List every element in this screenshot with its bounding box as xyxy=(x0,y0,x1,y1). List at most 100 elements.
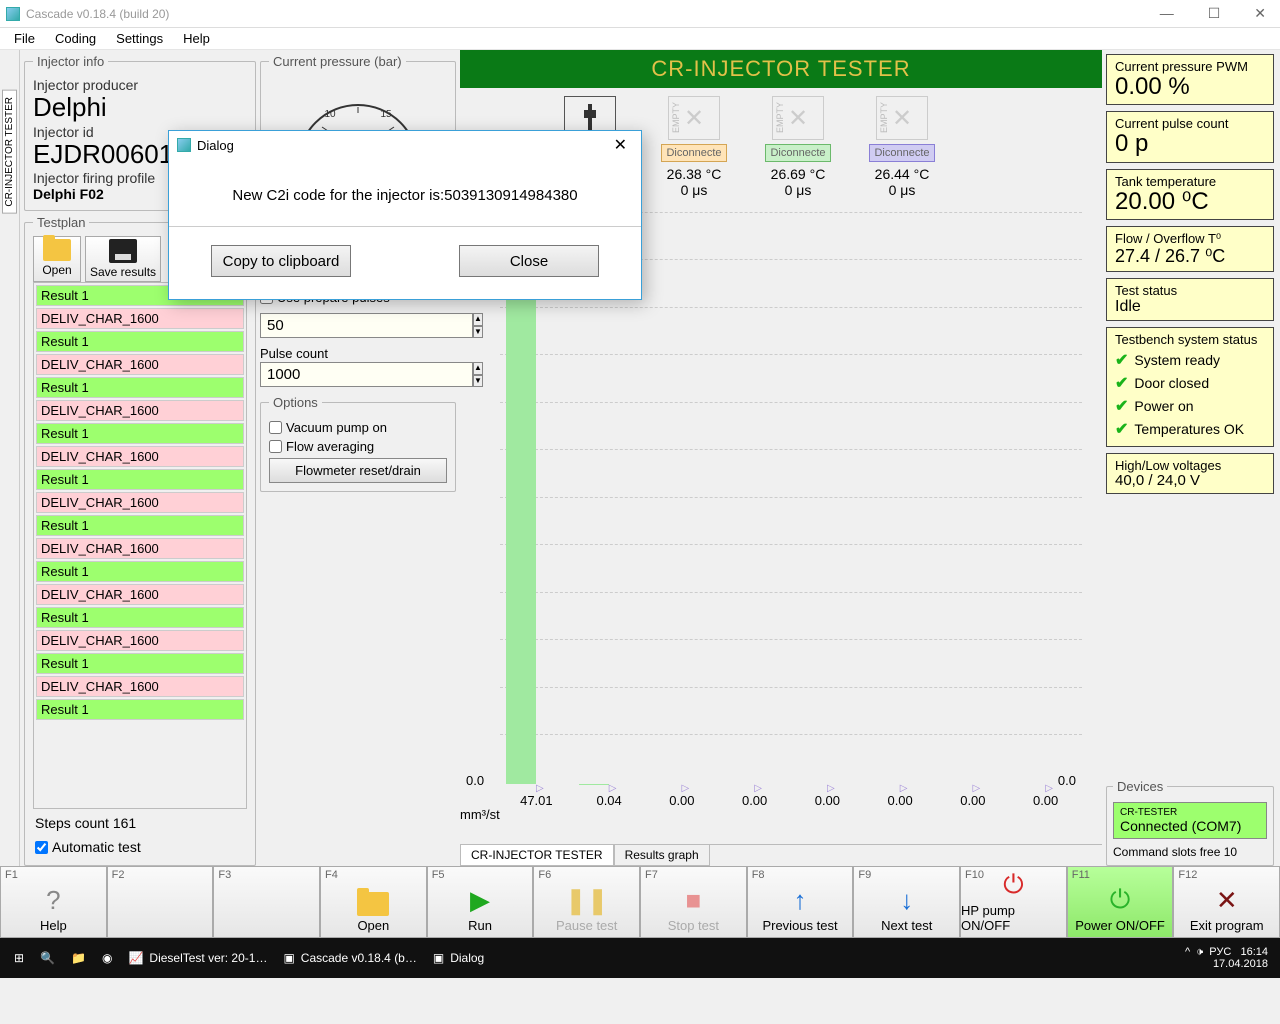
chrome-icon[interactable]: ◉ xyxy=(94,938,120,978)
taskbar-app-3[interactable]: ▣ Dialog xyxy=(425,938,492,978)
automatic-test-checkbox[interactable] xyxy=(35,841,48,854)
fkey-f2[interactable]: F2 xyxy=(107,867,214,938)
maximize-button[interactable]: ☐ xyxy=(1200,3,1229,24)
side-tab-label[interactable]: CR-INJECTOR TESTER xyxy=(2,90,17,214)
menu-file[interactable]: File xyxy=(4,29,45,48)
disk-icon xyxy=(109,239,137,263)
result-item[interactable]: Result 1 xyxy=(36,469,244,490)
svg-text:10: 10 xyxy=(324,109,336,120)
injector-slot: EMPTY✕Diconnecte26.69 °C0 μs xyxy=(758,96,838,198)
fkey-f7[interactable]: F7■Stop test xyxy=(640,867,747,938)
system-status-box: Testbench system status ✔System ready✔Do… xyxy=(1106,327,1274,447)
injector-info-legend: Injector info xyxy=(33,54,108,69)
testplan-legend: Testplan xyxy=(33,215,89,230)
fkey-f4[interactable]: F4Open xyxy=(320,867,427,938)
result-item[interactable]: Result 1 xyxy=(36,377,244,398)
menu-coding[interactable]: Coding xyxy=(45,29,106,48)
result-item[interactable]: DELIV_CHAR_1600 xyxy=(36,400,244,421)
injector-slot: EMPTY✕Diconnecte26.44 °C0 μs xyxy=(862,96,942,198)
disconnect-button[interactable]: Diconnecte xyxy=(869,144,934,162)
result-item[interactable]: Result 1 xyxy=(36,653,244,674)
dialog-message: New C2i code for the injector is:5039130… xyxy=(169,159,641,227)
devices-panel: Devices CR-TESTER Connected (COM7) Comma… xyxy=(1106,779,1274,866)
y-zero-left: 0.0 xyxy=(466,773,484,788)
tab-cr-tester[interactable]: CR-INJECTOR TESTER xyxy=(460,845,614,866)
device-card[interactable]: CR-TESTER Connected (COM7) xyxy=(1113,802,1267,839)
pulse-count-input[interactable] xyxy=(260,362,473,387)
result-item[interactable]: DELIV_CHAR_1600 xyxy=(36,584,244,605)
fkey-f9[interactable]: F9↓Next test xyxy=(853,867,960,938)
menubar: File Coding Settings Help xyxy=(0,28,1280,50)
side-tab: CR-INJECTOR TESTER xyxy=(0,50,20,866)
result-item[interactable]: Result 1 xyxy=(36,561,244,582)
function-key-row: F1?HelpF2F3F4OpenF5▶RunF6❚❚Pause testF7■… xyxy=(0,866,1280,938)
folder-icon xyxy=(43,239,71,261)
fkey-f12[interactable]: F12✕Exit program xyxy=(1173,867,1280,938)
flow-temp-box: Flow / Overflow T⁰ 27.4 / 26.7 ⁰C xyxy=(1106,226,1274,272)
fkey-f1[interactable]: F1?Help xyxy=(0,867,107,938)
result-item[interactable]: Result 1 xyxy=(36,607,244,628)
dialog-close-icon[interactable]: ✕ xyxy=(608,135,633,155)
fkey-f3[interactable]: F3 xyxy=(213,867,320,938)
disconnect-button[interactable]: Diconnecte xyxy=(661,144,726,162)
test-status-box: Test status Idle xyxy=(1106,278,1274,321)
result-item[interactable]: Result 1 xyxy=(36,515,244,536)
result-item[interactable]: Result 1 xyxy=(36,699,244,720)
open-button[interactable]: Open xyxy=(33,236,81,282)
steps-count: Steps count 161 xyxy=(33,809,247,837)
fkey-f10[interactable]: F10⏻HP pump ON/OFF xyxy=(960,867,1067,938)
fkey-f5[interactable]: F5▶Run xyxy=(427,867,534,938)
disconnect-button[interactable]: Diconnecte xyxy=(765,144,830,162)
prepare-pulses-input[interactable] xyxy=(260,313,473,338)
menu-help[interactable]: Help xyxy=(173,29,220,48)
result-item[interactable]: DELIV_CHAR_1600 xyxy=(36,538,244,559)
result-item[interactable]: DELIV_CHAR_1600 xyxy=(36,446,244,467)
result-item[interactable]: DELIV_CHAR_1600 xyxy=(36,630,244,651)
producer-value: Delphi xyxy=(33,93,247,122)
flowmeter-reset-button[interactable]: Flowmeter reset/drain xyxy=(269,458,447,483)
close-dialog-button[interactable]: Close xyxy=(459,245,599,277)
taskbar-app-1[interactable]: 📈 DieselTest ver: 20-1… xyxy=(120,938,275,978)
y-zero-right: 0.0 xyxy=(1058,773,1076,788)
menu-settings[interactable]: Settings xyxy=(106,29,173,48)
dialog: Dialog ✕ New C2i code for the injector i… xyxy=(168,130,642,300)
minimize-button[interactable]: — xyxy=(1152,3,1182,24)
result-item[interactable]: DELIV_CHAR_1600 xyxy=(36,354,244,375)
flow-averaging-checkbox[interactable] xyxy=(269,440,282,453)
vacuum-pump-checkbox[interactable] xyxy=(269,421,282,434)
taskbar-clock[interactable]: ^ 🕩 РУС 16:1417.04.2018 xyxy=(1185,946,1274,970)
result-item[interactable]: Result 1 xyxy=(36,331,244,352)
copy-to-clipboard-button[interactable]: Copy to clipboard xyxy=(211,245,351,277)
x-label: mm³/st xyxy=(460,807,500,822)
explorer-icon[interactable]: 📁 xyxy=(63,938,94,978)
result-item[interactable]: Result 1 xyxy=(36,423,244,444)
dialog-icon xyxy=(177,138,191,152)
check-icon: ✔ xyxy=(1115,373,1128,393)
cr-banner: CR-INJECTOR TESTER xyxy=(460,50,1102,88)
taskbar: ⊞ 🔍 📁 ◉ 📈 DieselTest ver: 20-1… ▣ Cascad… xyxy=(0,938,1280,978)
fkey-f11[interactable]: F11⏻Power ON/OFF xyxy=(1067,867,1174,938)
tab-results-graph[interactable]: Results graph xyxy=(614,845,710,866)
check-icon: ✔ xyxy=(1115,350,1128,370)
fkey-f6[interactable]: F6❚❚Pause test xyxy=(533,867,640,938)
result-item[interactable]: DELIV_CHAR_1600 xyxy=(36,492,244,513)
testplan-panel: Testplan Open Save results Result 1DELIV… xyxy=(24,215,256,866)
result-item[interactable]: DELIV_CHAR_1600 xyxy=(36,676,244,697)
injector-slot: EMPTY✕Diconnecte26.38 °C0 μs xyxy=(654,96,734,198)
result-list[interactable]: Result 1DELIV_CHAR_1600Result 1DELIV_CHA… xyxy=(33,282,247,809)
start-button[interactable]: ⊞ xyxy=(6,938,32,978)
voltages-box: High/Low voltages 40,0 / 24,0 V xyxy=(1106,453,1274,495)
save-results-button[interactable]: Save results xyxy=(85,236,161,282)
close-button[interactable]: ✕ xyxy=(1246,3,1274,24)
pulse-count-box: Current pulse count 0 p xyxy=(1106,111,1274,162)
tank-temp-box: Tank temperature 20.00 ⁰C xyxy=(1106,169,1274,220)
titlebar: Cascade v0.18.4 (build 20) — ☐ ✕ xyxy=(0,0,1280,28)
options-legend: Options xyxy=(269,395,322,410)
check-icon: ✔ xyxy=(1115,419,1128,439)
pressure-legend: Current pressure (bar) xyxy=(269,54,406,69)
taskbar-app-2[interactable]: ▣ Cascade v0.18.4 (b… xyxy=(275,938,424,978)
producer-label: Injector producer xyxy=(33,77,247,93)
search-icon[interactable]: 🔍 xyxy=(32,938,63,978)
fkey-f8[interactable]: F8↑Previous test xyxy=(747,867,854,938)
result-item[interactable]: DELIV_CHAR_1600 xyxy=(36,308,244,329)
